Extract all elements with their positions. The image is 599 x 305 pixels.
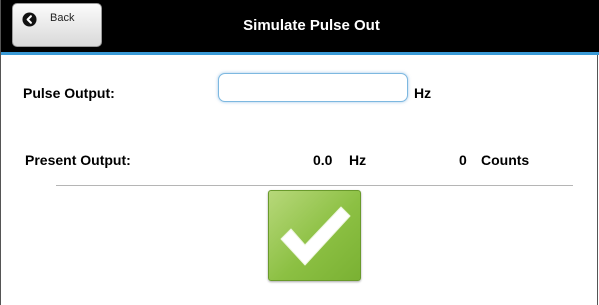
present-frequency-value: 0.0 [313, 152, 333, 168]
screen: Back Simulate Pulse Out Pulse Output: Hz… [0, 0, 599, 305]
header-accent-line [1, 52, 599, 55]
section-divider [56, 185, 573, 186]
present-output-label: Present Output: [25, 152, 131, 168]
present-count-value: 0 [459, 152, 467, 168]
checkmark-icon [280, 206, 351, 266]
confirm-button[interactable] [268, 190, 361, 281]
page-title: Simulate Pulse Out [243, 17, 380, 34]
pulse-output-input[interactable] [218, 73, 408, 102]
pulse-output-label: Pulse Output: [23, 85, 115, 101]
present-frequency-unit: Hz [349, 152, 367, 168]
present-count-unit: Counts [481, 152, 530, 168]
pulse-output-unit: Hz [414, 85, 432, 101]
header-bar: Back Simulate Pulse Out [1, 0, 599, 52]
